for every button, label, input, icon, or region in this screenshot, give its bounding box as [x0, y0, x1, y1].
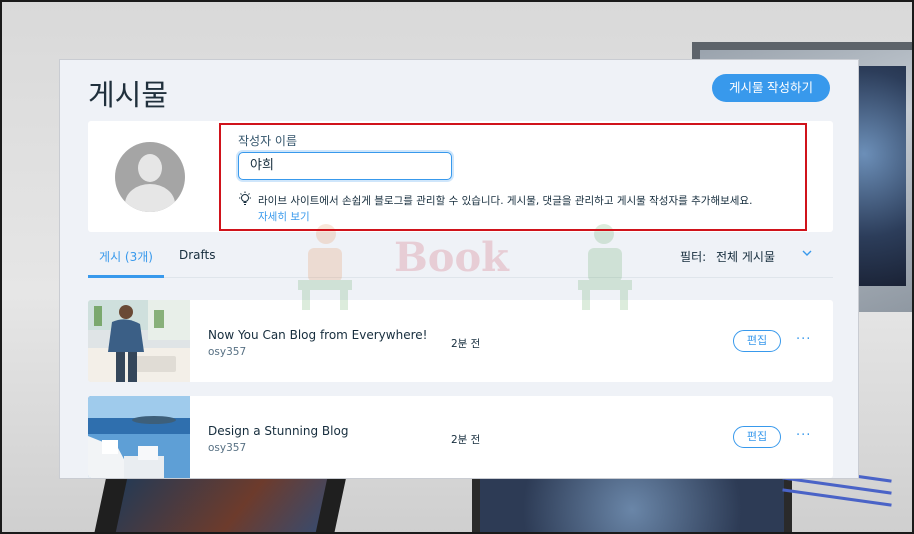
post-thumbnail-image	[88, 396, 190, 478]
edit-post-button[interactable]: 편집	[733, 330, 781, 352]
tab-drafts[interactable]: Drafts	[179, 248, 216, 278]
edit-post-button[interactable]: 편집	[733, 426, 781, 448]
post-time: 2분 전	[451, 434, 481, 446]
post-title[interactable]: Design a Stunning Blog	[208, 424, 348, 438]
more-options-icon[interactable]: ···	[796, 428, 811, 443]
chevron-down-icon[interactable]	[801, 247, 813, 259]
posts-panel: 게시물 게시물 작성하기 작성자 이름 야희 라이브 사이트에서 손쉽게 블로그…	[59, 59, 859, 479]
tab-published-posts[interactable]: 게시 (3개)	[88, 248, 164, 278]
background-tablet-screen	[115, 474, 329, 532]
post-row[interactable]: Now You Can Blog from Everywhere! osy357…	[88, 300, 833, 382]
filter-value: 전체 게시물	[715, 250, 775, 264]
post-tabs: 게시 (3개) Drafts 필터: 전체 게시물	[88, 242, 833, 278]
post-author: osy357	[208, 346, 247, 358]
more-options-icon[interactable]: ···	[796, 332, 811, 347]
filter-label: 필터:	[680, 250, 707, 264]
highlight-box	[219, 123, 807, 231]
avatar-head-shape	[138, 154, 162, 182]
post-row[interactable]: Design a Stunning Blog osy357 2분 전 편집 ··…	[88, 396, 833, 478]
create-post-button[interactable]: 게시물 작성하기	[712, 74, 830, 102]
page-title: 게시물	[88, 78, 169, 112]
post-title[interactable]: Now You Can Blog from Everywhere!	[208, 328, 427, 342]
post-author: osy357	[208, 442, 247, 454]
post-filter-dropdown[interactable]: 필터: 전체 게시물	[680, 248, 775, 265]
avatar[interactable]	[115, 142, 185, 212]
post-thumbnail-image	[88, 300, 190, 382]
avatar-shoulders-shape	[125, 184, 175, 212]
post-time: 2분 전	[451, 338, 481, 350]
